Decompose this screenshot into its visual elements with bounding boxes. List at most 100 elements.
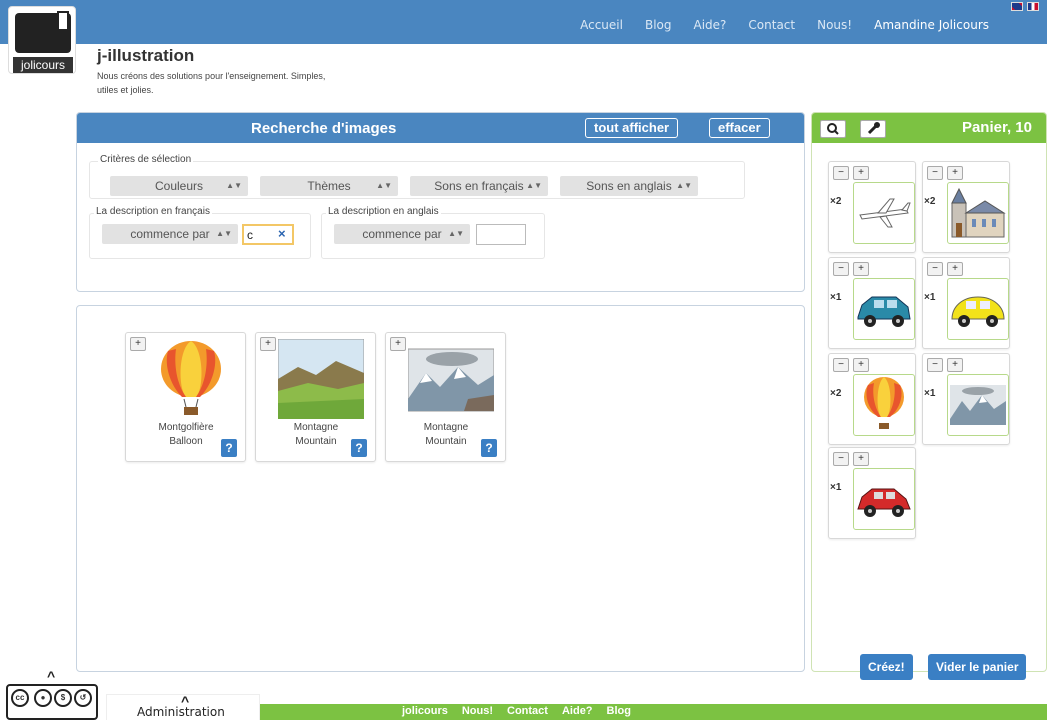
french-description-legend: La description en français <box>94 206 212 217</box>
add-one-button[interactable]: + <box>853 452 869 466</box>
nav-contact[interactable]: Contact <box>748 18 795 32</box>
footer-bar: jolicours Nous! Contact Aide? Blog <box>260 704 1047 720</box>
remove-one-button[interactable]: − <box>927 262 943 276</box>
basket-item-qty: ×2 <box>924 196 936 207</box>
english-match-select-label: commence par <box>362 227 442 241</box>
english-sounds-select[interactable]: Sons en anglais ▲▼ <box>560 176 698 196</box>
result-card-mountain-grey[interactable]: + Montagne Mountain ? <box>385 332 506 462</box>
english-sounds-select-label: Sons en anglais <box>586 179 672 193</box>
search-icon[interactable] <box>820 120 846 138</box>
footer-aide[interactable]: Aide? <box>562 705 593 717</box>
basket-thumb <box>853 278 915 340</box>
add-to-basket-button[interactable]: + <box>130 337 146 351</box>
french-description-fieldset: La description en français commence par ▲… <box>89 206 311 259</box>
nav-blog[interactable]: Blog <box>645 18 672 32</box>
search-panel-header: Recherche d'images tout afficher effacer <box>77 113 804 143</box>
criteria-fieldset: Critères de sélection Couleurs ▲▼ Thèmes ▲… <box>89 154 745 199</box>
themes-select-label: Thèmes <box>307 179 351 193</box>
basket-title: Panier, 10 <box>961 119 1032 136</box>
remove-one-button[interactable]: − <box>833 358 849 372</box>
french-match-select[interactable]: commence par ▲▼ <box>102 224 238 244</box>
top-bar: Accueil Blog Aide? Contact Nous! Amandin… <box>0 0 1047 44</box>
basket-item-blue-car: − + ×1 <box>828 257 916 349</box>
jolicours-logo[interactable]: jolicours <box>8 6 76 74</box>
themes-select[interactable]: Thèmes ▲▼ <box>260 176 398 196</box>
uk-flag-icon[interactable] <box>1011 2 1023 11</box>
footer-blog[interactable]: Blog <box>607 705 631 717</box>
colors-select[interactable]: Couleurs ▲▼ <box>110 176 248 196</box>
search-panel: Recherche d'images tout afficher effacer… <box>76 112 805 292</box>
nc-icon: $ <box>54 689 72 707</box>
footer-nav: jolicours Nous! Contact Aide? Blog <box>402 705 631 717</box>
remove-one-button[interactable]: − <box>927 166 943 180</box>
remove-one-button[interactable]: − <box>927 358 943 372</box>
caret-up-icon[interactable]: ^ <box>47 668 55 684</box>
add-to-basket-button[interactable]: + <box>390 337 406 351</box>
balloon-icon <box>864 377 904 429</box>
add-one-button[interactable]: + <box>853 358 869 372</box>
criteria-legend: Critères de sélection <box>98 154 194 165</box>
card-label-fr: Montgolfière <box>158 422 214 433</box>
add-one-button[interactable]: + <box>947 262 963 276</box>
help-icon[interactable]: ? <box>351 439 367 457</box>
site-tagline: Nous créons des solutions pour l'enseign… <box>97 71 326 95</box>
help-icon[interactable]: ? <box>221 439 237 457</box>
french-sounds-select[interactable]: Sons en français ▲▼ <box>410 176 548 196</box>
add-one-button[interactable]: + <box>947 358 963 372</box>
french-description-input[interactable]: c <box>242 224 294 245</box>
english-match-select[interactable]: commence par ▲▼ <box>334 224 470 244</box>
basket-item-qty: ×1 <box>830 292 842 303</box>
admin-tab[interactable]: ^ Administration <box>106 693 260 720</box>
nav-accueil[interactable]: Accueil <box>580 18 623 32</box>
nav-user[interactable]: Amandine Jolicours <box>874 18 989 32</box>
basket-item-qty: ×1 <box>924 292 936 303</box>
creative-commons-badge[interactable]: cc ● $ ↺ <box>6 684 98 720</box>
basket-item-qty: ×1 <box>830 482 842 493</box>
cc-icon: cc <box>11 689 29 707</box>
chevron-down-icon: ▲▼ <box>526 181 542 190</box>
create-button[interactable]: Créez! <box>860 654 913 680</box>
basket-item-yellow-car: − + ×1 <box>922 257 1010 349</box>
remove-one-button[interactable]: − <box>833 166 849 180</box>
result-card-mountain-green[interactable]: + Montagne Mountain ? <box>255 332 376 462</box>
footer-nous[interactable]: Nous! <box>462 705 493 717</box>
show-all-button[interactable]: tout afficher <box>585 118 679 138</box>
help-icon[interactable]: ? <box>481 439 497 457</box>
french-match-select-label: commence par <box>130 227 210 241</box>
remove-one-button[interactable]: − <box>833 452 849 466</box>
clear-input-icon[interactable]: × <box>278 226 286 241</box>
basket-thumb <box>853 182 915 244</box>
admin-label: Administration <box>137 705 225 719</box>
empty-basket-button[interactable]: Vider le panier <box>928 654 1027 680</box>
footer-contact[interactable]: Contact <box>507 705 548 717</box>
add-one-button[interactable]: + <box>947 166 963 180</box>
english-description-fieldset: La description en anglais commence par ▲▼ <box>321 206 545 259</box>
nav-aide[interactable]: Aide? <box>694 18 727 32</box>
basket-item-airplane: − + ×2 <box>828 161 916 253</box>
site-title: j-illustration <box>97 46 195 65</box>
footer-jolicours[interactable]: jolicours <box>402 705 448 717</box>
balloon-icon <box>161 341 221 415</box>
add-one-button[interactable]: + <box>853 262 869 276</box>
add-to-basket-button[interactable]: + <box>260 337 276 351</box>
chevron-down-icon: ▲▼ <box>676 181 692 190</box>
red-car-icon <box>857 488 911 517</box>
wrench-icon[interactable] <box>860 120 886 138</box>
result-card-balloon[interactable]: + Montgolfière Balloon ? <box>125 332 246 462</box>
french-description-value: c <box>247 228 253 242</box>
colors-select-label: Couleurs <box>154 179 204 193</box>
english-description-input[interactable] <box>476 224 526 245</box>
mountain-green-icon <box>278 339 364 419</box>
english-description-legend: La description en anglais <box>326 206 441 217</box>
french-sounds-select-label: Sons en français <box>434 179 524 193</box>
nav-nous[interactable]: Nous! <box>817 18 852 32</box>
results-panel: + Montgolfière Balloon ? + Montagne Moun… <box>76 305 805 672</box>
fr-flag-icon[interactable] <box>1027 2 1039 11</box>
basket-item-balloon: − + ×2 <box>828 353 916 445</box>
add-one-button[interactable]: + <box>853 166 869 180</box>
clear-button[interactable]: effacer <box>709 118 770 138</box>
basket-thumb <box>853 374 915 436</box>
remove-one-button[interactable]: − <box>833 262 849 276</box>
basket-thumb <box>947 278 1009 340</box>
logo-face-icon <box>15 11 71 53</box>
